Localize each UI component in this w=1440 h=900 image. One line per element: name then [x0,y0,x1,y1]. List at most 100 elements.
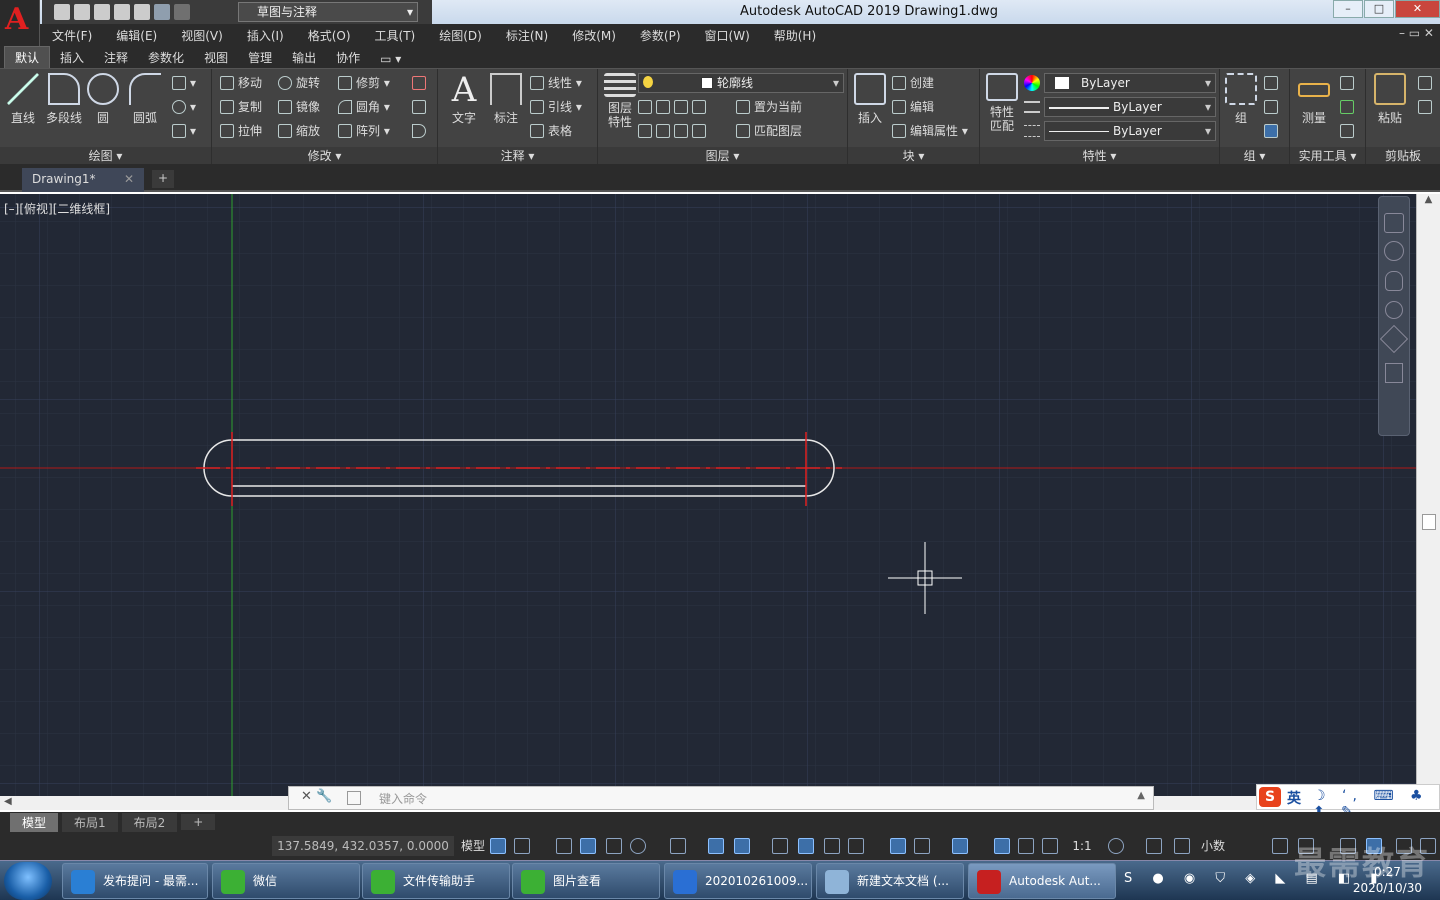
transparency-icon[interactable] [798,838,814,854]
save-icon[interactable] [94,4,110,20]
menu-view[interactable]: 视图(V) [181,27,223,44]
tab-annotate[interactable]: 注释 [94,47,138,68]
menu-insert[interactable]: 插入(I) [247,27,284,44]
lineweight-dropdown[interactable]: ByLayer [1044,121,1216,141]
menu-edit[interactable]: 编辑(E) [116,27,157,44]
taskbar-item-file-transfer[interactable]: 文件传输助手 [362,863,510,899]
annotation-visibility-icon[interactable] [994,838,1010,854]
tab-layout1[interactable]: 布局1 [62,812,118,832]
utilities-panel-title[interactable]: 实用工具 ▾ [1290,147,1365,165]
modify-panel-title[interactable]: 修改 ▾ [212,147,437,165]
ime-toolbar[interactable]: S 英 ☽ ‘, ⌨ ♣ ⬆ ✎ [1256,784,1440,820]
erase-button[interactable] [412,75,430,91]
snap-icon[interactable] [514,838,530,854]
tab-manage[interactable]: 管理 [238,47,282,68]
vertical-scroll-thumb[interactable] [1422,514,1436,530]
edit-attributes-button[interactable]: 编辑属性 ▾ [892,123,968,139]
workspace-dropdown[interactable]: 草图与注释 ▾ [238,2,418,22]
layer-dropdown[interactable]: 轮廓线 [638,73,844,93]
tab-insert[interactable]: 插入 [50,47,94,68]
tab-collaborate[interactable]: 协作 [326,47,370,68]
annotation-scale-icon[interactable] [1042,838,1058,854]
layer-properties-button[interactable]: 图层 特性 [602,73,638,129]
annotation-scale-dropdown[interactable]: 1:1 [1064,836,1100,856]
select-all-button[interactable] [1340,99,1358,115]
gizmo-icon[interactable] [952,838,968,854]
tab-output[interactable]: 输出 [282,47,326,68]
polar-tracking-icon[interactable] [630,838,646,854]
linetype-dropdown[interactable]: ByLayer [1044,97,1216,117]
document-window-controls[interactable]: – ▭ ✕ [1399,26,1434,40]
coordinates-readout[interactable]: 137.5849, 432.0357, 0.0000 [272,836,454,856]
steering-wheel-icon[interactable] [1384,241,1404,261]
table-button[interactable]: 表格 [530,123,572,139]
menu-format[interactable]: 格式(O) [308,27,351,44]
object-snap-icon[interactable] [734,838,750,854]
lineweight-display-icon[interactable] [772,838,788,854]
sogou-s-icon[interactable]: S [1259,787,1281,807]
viewcube-icon[interactable] [1384,213,1404,233]
trim-button[interactable]: 修剪 ▾ [338,75,390,91]
3d-osnap-icon[interactable] [848,838,864,854]
stretch-button[interactable]: 拉伸 [220,123,262,139]
minimize-button[interactable]: – [1333,0,1363,18]
new-tab-button[interactable]: + [152,170,174,188]
fillet-button[interactable]: 圆角 ▾ [338,99,390,115]
autocad-app-menu-button[interactable]: A [0,0,40,46]
explode-button[interactable] [412,99,430,115]
pan-icon[interactable] [1385,271,1403,291]
command-history-arrow[interactable]: ▲ [1137,790,1145,801]
menu-draw[interactable]: 绘图(D) [439,27,482,44]
rectangle-button[interactable]: ▾ [172,75,196,91]
insert-block-button[interactable]: 插入 [852,73,888,126]
grid-icon[interactable] [490,838,506,854]
menu-file[interactable]: 文件(F) [52,27,92,44]
selection-filter-icon[interactable] [914,838,930,854]
taskbar-item-document[interactable]: 202010261009... [664,863,812,899]
tab-layout2[interactable]: 布局2 [121,812,178,832]
auto-scale-icon[interactable] [1018,838,1034,854]
viewport-controls-label[interactable]: [–][俯视][二维线框] [4,200,110,217]
maximize-button[interactable]: □ [1364,0,1394,18]
start-button[interactable] [4,862,52,900]
dynamic-ucs-icon[interactable] [890,838,906,854]
group-button[interactable]: 组 [1224,73,1258,126]
clipboard-panel-title[interactable]: 剪贴板 [1366,147,1440,165]
properties-panel-title[interactable]: 特性 ▾ [980,147,1219,165]
create-block-button[interactable]: 创建 [892,75,934,91]
array-button[interactable]: 阵列 ▾ [338,123,390,139]
open-file-icon[interactable] [74,4,90,20]
layers-panel-title[interactable]: 图层 ▾ [598,147,847,165]
redo-icon[interactable] [174,4,190,20]
layer-tools-row2[interactable] [638,123,710,139]
close-button[interactable]: ✕ [1395,0,1440,18]
ortho-icon[interactable] [606,838,622,854]
dynamic-input-icon[interactable] [580,838,596,854]
tab-default[interactable]: 默认 [4,46,51,68]
dimension-button[interactable]: 标注 [488,73,524,126]
annotation-panel-title[interactable]: 注释 ▾ [438,147,597,165]
taskbar-item-ie[interactable]: 发布提问 - 最需... [62,863,208,899]
menu-parametric[interactable]: 参数(P) [640,27,681,44]
isometric-drafting-icon[interactable] [670,838,686,854]
polyline-button[interactable]: 多段线 [44,73,84,126]
match-layer-button[interactable]: 匹配图层 [736,123,802,139]
measure-button[interactable]: 测量 [1294,73,1334,126]
linear-dim-button[interactable]: 线性 ▾ [530,75,582,91]
zoom-icon[interactable] [1385,301,1403,319]
circle-button[interactable]: 圆 [86,73,120,126]
hatch-button[interactable]: ▾ [172,123,196,139]
save-as-icon[interactable] [114,4,130,20]
units-icon[interactable] [1174,838,1190,854]
menu-tools[interactable]: 工具(T) [375,27,416,44]
layer-tools-row1[interactable] [638,99,710,115]
draw-panel-title[interactable]: 绘图 ▾ [0,147,211,165]
block-panel-title[interactable]: 块 ▾ [848,147,979,165]
quick-properties-icon[interactable] [1272,838,1288,854]
drawing-tab[interactable]: Drawing1* ✕ [22,168,144,192]
tab-model[interactable]: 模型 [10,812,59,832]
line-button[interactable]: 直线 [6,73,40,126]
copy-button[interactable]: 复制 [220,99,262,115]
workspace-gear-icon[interactable] [1108,838,1124,854]
units-dropdown[interactable]: 小数 [1196,836,1230,856]
